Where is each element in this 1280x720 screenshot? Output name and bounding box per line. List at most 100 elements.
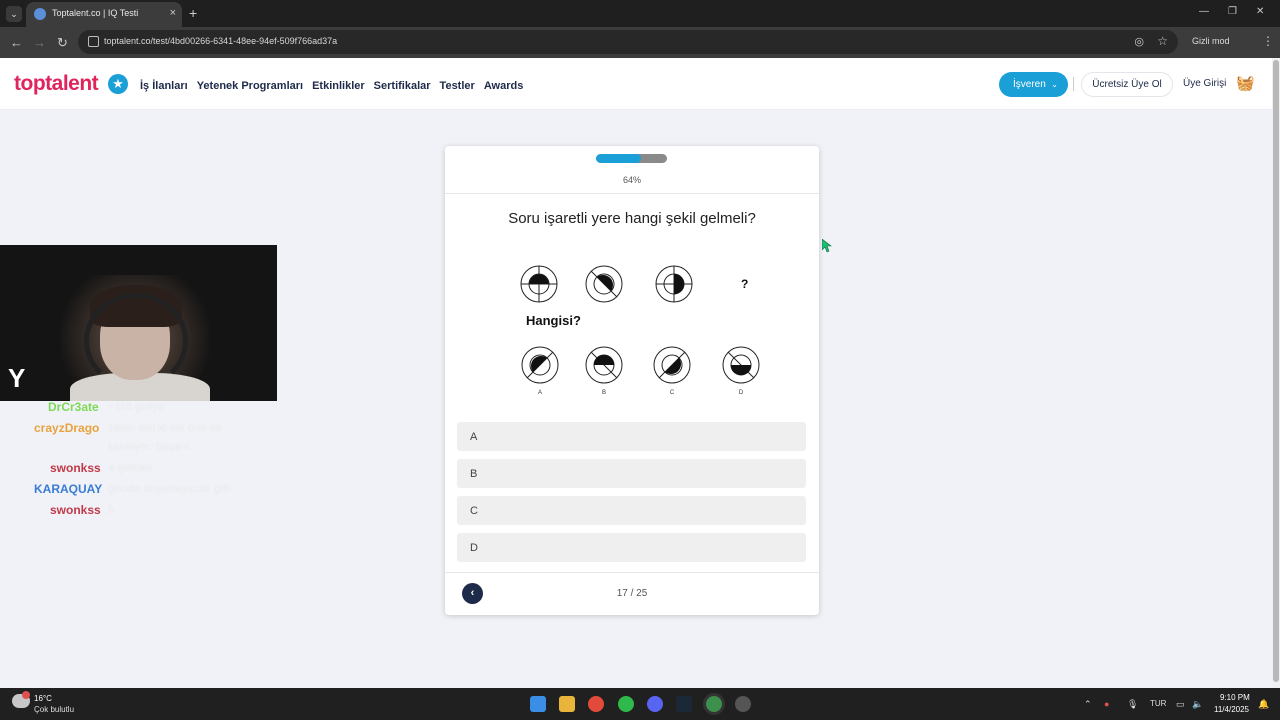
figure-label-a: A	[538, 390, 542, 396]
answer-option-c[interactable]: C	[457, 496, 806, 525]
chat-message: a gelmeli	[108, 462, 153, 474]
chat-user: swonkss	[50, 503, 101, 517]
tab-search-icon[interactable]: ⌄	[6, 6, 22, 22]
tab-title: Toptalent.co | IQ Testi	[52, 8, 139, 18]
steam-icon[interactable]	[676, 696, 692, 712]
chat-username: crayzDrago	[34, 421, 100, 435]
answer-option-a[interactable]: A	[457, 422, 806, 451]
nav-certificates[interactable]: Sertifikalar	[374, 80, 431, 92]
reload-icon[interactable]: ↻	[57, 35, 68, 51]
option-shape-a	[521, 346, 559, 384]
forward-nav-icon[interactable]: →	[33, 35, 46, 50]
figure-label-d: D	[739, 390, 744, 396]
microphone-icon[interactable]: 🎙	[1127, 699, 1138, 710]
site-logo[interactable]: toptalent	[14, 72, 99, 96]
basket-icon[interactable]: 🧺	[1236, 74, 1255, 92]
clock-time[interactable]: 9:10 PM	[1220, 693, 1250, 702]
employer-button[interactable]: İşveren ⌄	[999, 72, 1068, 97]
question-counter: 17 / 25	[616, 588, 648, 599]
chat-message: gecide koyamayacak gibi	[108, 483, 231, 495]
site-info-icon[interactable]	[88, 36, 99, 47]
windows-start-icon[interactable]	[530, 696, 546, 712]
chat-message: b	[108, 504, 115, 516]
app-icon[interactable]	[735, 696, 751, 712]
main-nav: İş İlanları Yetenek Programları Etkinlik…	[140, 80, 523, 92]
volume-icon[interactable]: 🔈	[1192, 699, 1203, 710]
question-figure: ? Hangisi? A B C D	[520, 265, 760, 396]
tray-app-icon[interactable]: ●	[1104, 699, 1109, 709]
nav-awards[interactable]: Awards	[484, 80, 524, 92]
answer-label: B	[470, 468, 478, 480]
which-label: Hangisi?	[526, 313, 581, 328]
figure-label-b: B	[602, 390, 606, 396]
headset-icon	[84, 293, 188, 389]
eye-off-icon[interactable]: ◎	[1134, 35, 1144, 48]
question-text: Soru işaretli yere hangi şekil gelmeli?	[508, 210, 756, 227]
progress-fill	[596, 154, 642, 163]
answer-label: A	[470, 431, 478, 443]
employer-button-label: İşveren	[1013, 79, 1046, 90]
weather-condition[interactable]: Çok bulutlu	[34, 705, 74, 714]
login-link[interactable]: Üye Girişi	[1183, 78, 1226, 89]
sequence-shape-1	[520, 265, 558, 303]
taskbar: 16°C Çok bulutlu ⌃ ● 🎙 TUR ▭ 🔈 9:10 PM 1…	[0, 688, 1280, 720]
answer-option-b[interactable]: B	[457, 459, 806, 488]
notification-icon[interactable]: 🔔	[1258, 699, 1269, 710]
browser-toolbar: ← → ↻ toptalent.co/test/4bd00266-6341-48…	[0, 27, 1280, 58]
clock-date[interactable]: 11/4/2025	[1214, 705, 1249, 714]
chat-user: crayzDrago	[34, 421, 99, 435]
close-window-button[interactable]: ✕	[1256, 6, 1264, 17]
maximize-button[interactable]: ❐	[1228, 6, 1237, 17]
network-icon[interactable]: ▭	[1176, 699, 1185, 710]
nav-talent-programs[interactable]: Yetenek Programları	[197, 80, 303, 92]
new-tab-button[interactable]: +	[189, 5, 197, 21]
scroll-thumb[interactable]	[1273, 60, 1279, 682]
whatsapp-icon[interactable]	[618, 696, 634, 712]
incognito-label[interactable]: Gizli mod	[1192, 36, 1230, 46]
tab-close-icon[interactable]: ×	[170, 7, 176, 19]
site-header: toptalent ★ İş İlanları Yetenek Programl…	[0, 58, 1272, 110]
question-mark: ?	[741, 277, 748, 291]
chat-username: DrCr3ate	[48, 400, 99, 414]
nav-jobs[interactable]: İş İlanları	[140, 80, 188, 92]
chat-message: zaten asıl iq var onu da	[108, 422, 222, 434]
chat-user: swonkss	[50, 461, 101, 475]
quiz-card: 64% Soru işaretli yere hangi şekil gelme…	[445, 146, 819, 615]
back-nav-icon[interactable]: ←	[10, 35, 23, 50]
chat-user: KARAQUAY	[34, 482, 102, 496]
chat-username: KARAQUAY	[34, 482, 103, 496]
temperature[interactable]: 16°C	[34, 694, 52, 703]
page-scrollbar[interactable]	[1272, 58, 1280, 688]
browser-tab[interactable]: Toptalent.co | IQ Testi ×	[26, 2, 182, 27]
card-divider	[445, 193, 819, 194]
figure-label-c: C	[670, 390, 675, 396]
streamer-logo-icon: Y	[8, 363, 26, 393]
mouse-cursor-icon	[822, 239, 832, 253]
progress-bar	[596, 154, 667, 163]
url-text[interactable]: toptalent.co/test/4bd00266-6341-48ee-94e…	[104, 36, 337, 46]
nav-tests[interactable]: Testler	[440, 80, 475, 92]
nav-events[interactable]: Etkinlikler	[312, 80, 365, 92]
chat-username: swonkss	[50, 503, 101, 517]
signup-button[interactable]: Ücretsiz Üye Ol	[1081, 72, 1173, 97]
browser-tab-bar: ⌄ Toptalent.co | IQ Testi × + — ❐ ✕	[0, 0, 1280, 27]
tray-overflow-icon[interactable]: ⌃	[1084, 699, 1092, 710]
option-shape-c	[653, 346, 691, 384]
address-bar[interactable]: toptalent.co/test/4bd00266-6341-48ee-94e…	[78, 30, 1178, 54]
language-indicator[interactable]: TUR	[1150, 699, 1166, 708]
file-explorer-icon[interactable]	[559, 696, 575, 712]
header-divider	[1073, 77, 1074, 91]
chat-message: ~118 geliyo	[108, 401, 164, 413]
bookmark-star-icon[interactable]: ☆	[1157, 34, 1168, 48]
weather-alert-icon	[22, 691, 30, 699]
discord-icon[interactable]	[647, 696, 663, 712]
chrome-icon[interactable]	[588, 696, 604, 712]
chat-username: swonkss	[50, 461, 101, 475]
answer-option-d[interactable]: D	[457, 533, 806, 562]
minimize-button[interactable]: —	[1199, 6, 1209, 17]
chat-user: DrCr3ate	[48, 400, 99, 414]
favicon-icon	[34, 8, 46, 20]
chevron-down-icon: ⌄	[1051, 80, 1058, 89]
chrome-active-icon[interactable]	[706, 696, 722, 712]
browser-menu-icon[interactable]: ⋮	[1262, 34, 1274, 48]
